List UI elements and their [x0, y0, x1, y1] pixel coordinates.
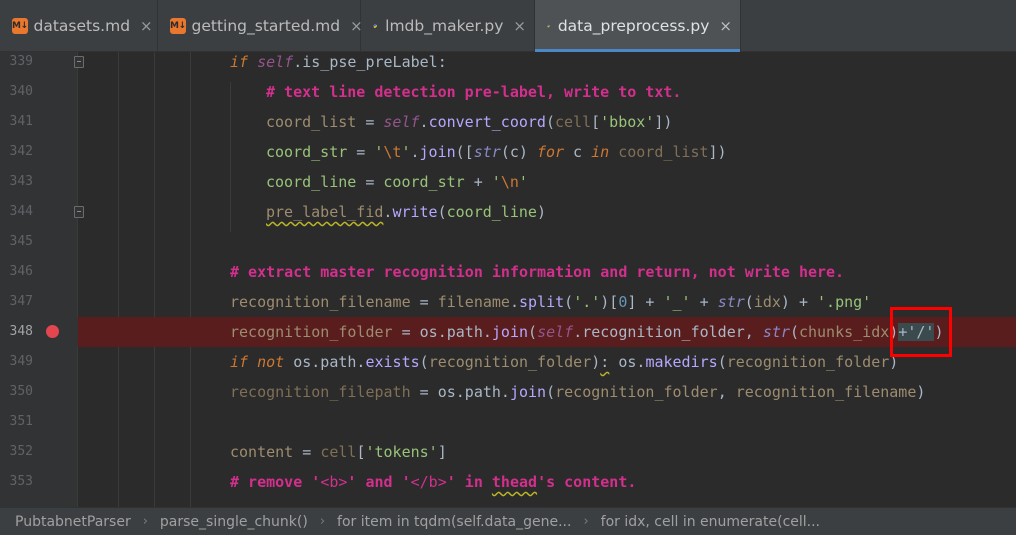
code-line[interactable]: 352 content = cell['tokens']: [0, 437, 1016, 467]
code-line[interactable]: 339 if self.is_pse_preLabel:: [0, 52, 1016, 77]
close-icon[interactable]: ×: [513, 17, 526, 35]
tab-label: lmdb_maker.py: [385, 17, 504, 35]
code-line[interactable]: 353 # remove '<b>' and '</b>' in thead's…: [0, 467, 1016, 497]
markdown-icon: M↓: [12, 18, 28, 34]
line-number: 348: [9, 324, 33, 339]
tab-label: getting_started.md: [191, 17, 341, 35]
fold-marker-icon[interactable]: [74, 56, 84, 68]
code-line[interactable]: 341 coord_list = self.convert_coord(cell…: [0, 107, 1016, 137]
code-line[interactable]: 346 # extract master recognition informa…: [0, 257, 1016, 287]
tab-label: data_preprocess.py: [557, 17, 710, 35]
line-number: 343: [9, 174, 33, 189]
code-line-breakpoint[interactable]: 348 recognition_folder = os.path.join(se…: [0, 317, 1016, 347]
chevron-right-icon: ›: [319, 514, 326, 529]
close-icon[interactable]: ×: [719, 17, 732, 35]
code-line[interactable]: 345: [0, 227, 1016, 257]
code-line[interactable]: 344 pre_label_fid.write(coord_line): [0, 197, 1016, 227]
code-line[interactable]: 343 coord_line = coord_str + '\n': [0, 167, 1016, 197]
line-number: 340: [9, 84, 33, 99]
breadcrumb-item-class[interactable]: PubtabnetParser: [15, 514, 131, 530]
line-number: 349: [9, 354, 33, 369]
code-line[interactable]: 349 if not os.path.exists(recognition_fo…: [0, 347, 1016, 377]
tab-lmdb-maker-py[interactable]: lmdb_maker.py ×: [361, 0, 535, 52]
python-icon: [547, 24, 550, 28]
code-line[interactable]: 340 # text line detection pre-label, wri…: [0, 77, 1016, 107]
line-number: 352: [9, 444, 33, 459]
code-line[interactable]: 351: [0, 407, 1016, 437]
code-line[interactable]: 342 coord_str = '\t'.join([str(c) for c …: [0, 137, 1016, 167]
line-number: 339: [9, 54, 33, 69]
close-icon[interactable]: ×: [140, 17, 153, 35]
tab-data-preprocess-py[interactable]: data_preprocess.py ×: [535, 0, 741, 52]
line-number: 347: [9, 294, 33, 309]
line-number: 350: [9, 384, 33, 399]
code-line[interactable]: 350 recognition_filepath = os.path.join(…: [0, 377, 1016, 407]
breadcrumb-item-for-idx[interactable]: for idx, cell in enumerate(cell...: [601, 514, 820, 530]
markdown-icon: M↓: [170, 18, 186, 34]
breadcrumb: PubtabnetParser › parse_single_chunk() ›…: [0, 507, 1016, 535]
fold-marker-icon[interactable]: [74, 206, 84, 218]
line-number: 341: [9, 114, 33, 129]
python-icon: [373, 24, 377, 28]
line-number: 346: [9, 264, 33, 279]
editor-tab-bar: M↓ datasets.md × M↓ getting_started.md ×…: [0, 0, 1016, 52]
breakpoint-icon[interactable]: [46, 325, 59, 338]
annotation-highlight-box: [890, 307, 952, 357]
tab-datasets-md[interactable]: M↓ datasets.md ×: [0, 0, 158, 52]
chevron-right-icon: ›: [583, 514, 589, 529]
code-editor[interactable]: 339 if self.is_pse_preLabel: 340 # text …: [0, 52, 1016, 507]
tab-getting-started-md[interactable]: M↓ getting_started.md ×: [158, 0, 363, 52]
chevron-right-icon: ›: [142, 514, 148, 529]
line-number: 344: [9, 204, 33, 219]
breadcrumb-item-for-item[interactable]: for item in tqdm(self.data_gene...: [337, 514, 571, 530]
tab-label: datasets.md: [33, 17, 131, 35]
breadcrumb-item-method[interactable]: parse_single_chunk(): [160, 514, 308, 530]
line-number: 353: [9, 474, 33, 489]
line-number: 342: [9, 144, 33, 159]
code-line[interactable]: 347 recognition_filename = filename.spli…: [0, 287, 1016, 317]
line-number: 345: [9, 234, 33, 249]
line-number: 351: [9, 414, 33, 429]
